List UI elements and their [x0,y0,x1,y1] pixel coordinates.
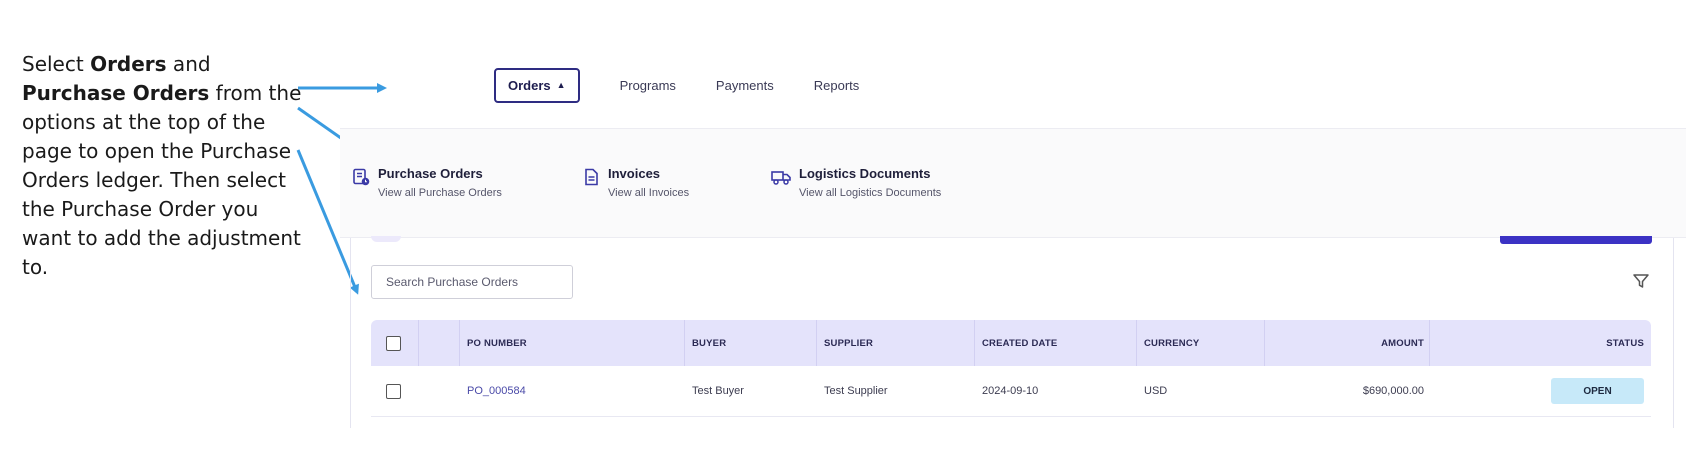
menu-item-logistics-documents[interactable]: Logistics Documents View all Logistics D… [771,165,941,199]
column-divider [816,320,817,366]
create-button-edge[interactable] [1500,236,1652,244]
menu-item-subtitle: View all Invoices [608,187,690,199]
menu-item-title: Invoices [608,166,661,181]
header-po-number[interactable]: PO NUMBER [467,320,527,366]
instruction-bold-purchase-orders: Purchase Orders [22,81,210,105]
column-divider [418,320,419,366]
instruction-part: Select [22,52,91,76]
instruction-text: Select Orders and Purchase Orders from t… [22,50,302,282]
po-number-link[interactable]: PO_000584 [467,366,526,416]
status-badge: OPEN [1551,378,1644,404]
status-cell: OPEN [1551,366,1644,416]
column-divider [684,320,685,366]
table-header: PO NUMBER BUYER SUPPLIER CREATED DATE CU… [371,320,1651,366]
orders-menu-label: Orders [508,78,551,93]
select-all-checkbox[interactable] [386,335,401,351]
header-buyer[interactable]: BUYER [692,320,726,366]
instruction-part: from the options at the top of the page … [22,81,302,279]
column-divider [1264,320,1265,366]
nav-link-programs[interactable]: Programs [620,78,676,93]
instruction-bold-orders: Orders [90,52,167,76]
instruction-part: and [166,52,211,76]
orders-dropdown-panel: Purchase Orders View all Purchase Orders… [340,128,1686,238]
header-currency[interactable]: CURRENCY [1144,320,1199,366]
header-status[interactable]: STATUS [1606,320,1644,366]
top-nav: Orders ▲ Programs Payments Reports [494,67,859,104]
chevron-up-icon: ▲ [556,79,566,90]
menu-item-title: Logistics Documents [799,166,931,181]
truck-icon [771,171,791,185]
buyer-cell: Test Buyer [692,385,744,397]
row-checkbox[interactable] [386,383,401,399]
search-placeholder: Search Purchase Orders [386,275,519,289]
supplier-cell: Test Supplier [824,385,888,397]
invoice-icon [585,168,598,186]
amount-cell: $690,000.00 [1362,385,1424,397]
table-row[interactable]: PO_000584 Test Buyer Test Supplier 2024-… [371,366,1651,417]
menu-item-title: Purchase Orders [378,166,483,181]
row-select-cell [386,366,401,416]
menu-item-purchase-orders[interactable]: Purchase Orders View all Purchase Orders [352,165,502,199]
menu-item-invoices[interactable]: Invoices View all Invoices [582,165,689,199]
header-amount[interactable]: AMOUNT [1381,320,1424,366]
select-all-cell [386,320,401,366]
search-input[interactable]: Search Purchase Orders [371,265,573,299]
column-divider [1136,320,1137,366]
orders-menu-button[interactable]: Orders ▲ [494,68,580,103]
created-date-cell: 2024-09-10 [982,385,1039,397]
header-supplier[interactable]: SUPPLIER [824,320,873,366]
filter-icon[interactable] [1632,272,1650,290]
nav-link-payments[interactable]: Payments [716,78,774,93]
avatar-ghost [371,236,401,242]
nav-link-reports[interactable]: Reports [814,78,860,93]
purchase-order-icon [353,168,370,186]
column-divider [1429,320,1430,366]
header-created-date[interactable]: CREATED DATE [982,320,1057,366]
purchase-orders-table: PO NUMBER BUYER SUPPLIER CREATED DATE CU… [371,320,1651,417]
currency-cell: USD [1144,385,1168,397]
column-divider [459,320,460,366]
column-divider [974,320,975,366]
menu-item-subtitle: View all Purchase Orders [378,187,502,199]
menu-item-subtitle: View all Logistics Documents [799,187,942,199]
